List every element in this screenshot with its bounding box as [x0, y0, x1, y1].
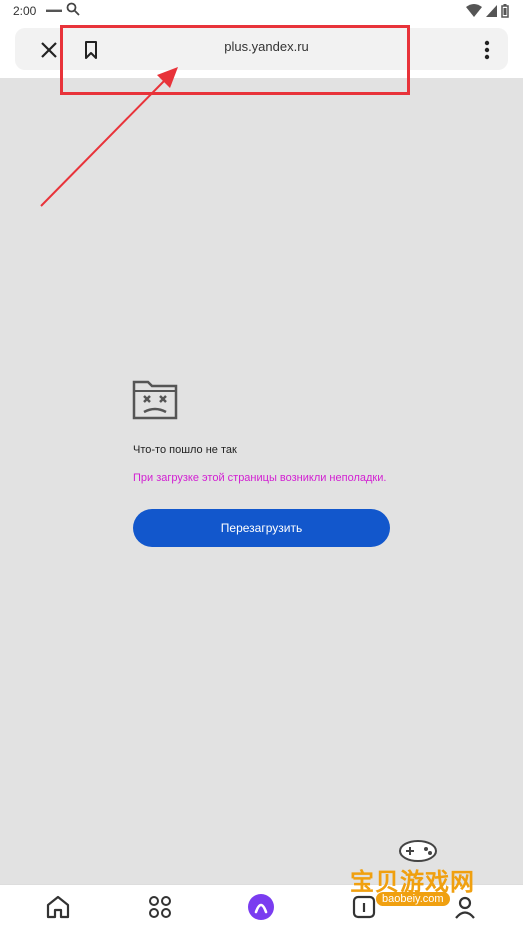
wifi-icon: [466, 3, 483, 17]
search-icon: [66, 2, 80, 16]
alice-icon[interactable]: [247, 893, 275, 921]
annotation-arrow: [40, 67, 178, 207]
battery-icon: [501, 3, 509, 18]
error-title: Что-то пошло не так: [133, 444, 237, 456]
watermark: 宝贝游戏网 baobeiy.com: [346, 838, 496, 918]
watermark-url: baobeiy.com: [376, 892, 450, 906]
error-description: При загрузке этой страницы возникли непо…: [133, 472, 387, 484]
annotation-highlight-box: [60, 25, 410, 95]
status-bar: 2:00 ▬▬: [0, 0, 523, 22]
close-icon[interactable]: [37, 38, 61, 62]
reload-button[interactable]: Перезагрузить: [133, 509, 390, 547]
status-right: [466, 3, 509, 18]
apps-icon[interactable]: [146, 893, 174, 921]
more-vertical-icon[interactable]: [477, 38, 497, 62]
status-time: 2:00: [13, 4, 37, 18]
broken-folder-icon: [132, 380, 178, 420]
gamepad-icon: [399, 840, 437, 862]
home-icon[interactable]: [44, 893, 72, 921]
signal-icon: [485, 4, 497, 17]
notification-icon: ▬▬: [46, 5, 62, 14]
